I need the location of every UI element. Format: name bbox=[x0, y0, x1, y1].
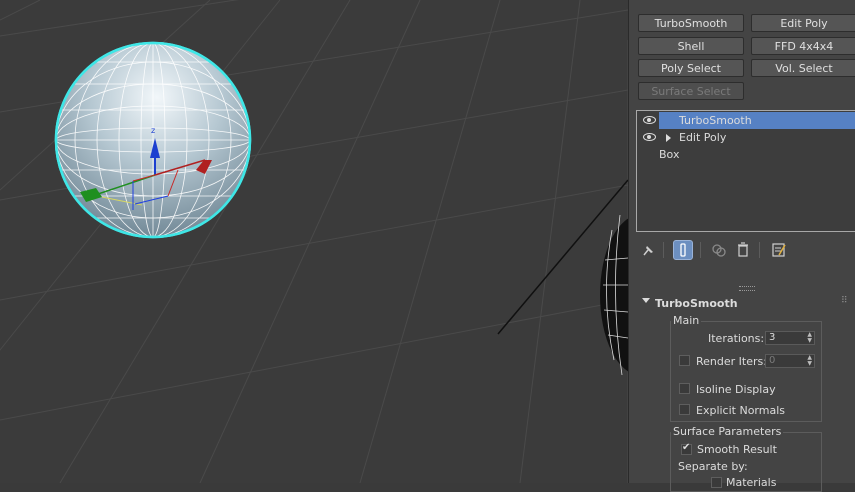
edit-poly-modifier-button[interactable]: Edit Poly bbox=[751, 14, 855, 32]
eye-icon[interactable] bbox=[643, 116, 656, 124]
ffd-modifier-button[interactable]: FFD 4x4x4 bbox=[751, 37, 855, 55]
svg-text:z: z bbox=[151, 126, 155, 135]
iterations-label: Iterations: bbox=[708, 332, 765, 345]
render-iters-spinner[interactable]: 0 ▲ ▼ bbox=[765, 354, 815, 368]
main-group-title: Main bbox=[671, 314, 702, 327]
selected-sphere[interactable] bbox=[54, 41, 252, 239]
render-iters-value: 0 bbox=[769, 355, 776, 366]
configure-modifier-sets-icon[interactable] bbox=[769, 240, 789, 260]
explicit-normals-label: Explicit Normals bbox=[696, 404, 785, 417]
turbosmooth-modifier-button[interactable]: TurboSmooth bbox=[638, 14, 744, 32]
surface-select-modifier-button[interactable]: Surface Select bbox=[638, 82, 744, 100]
poly-select-modifier-button[interactable]: Poly Select bbox=[638, 59, 744, 77]
toolbar-divider bbox=[700, 242, 701, 258]
spinner-arrows-icon[interactable]: ▲ ▼ bbox=[807, 355, 812, 367]
vol-select-modifier-button[interactable]: Vol. Select bbox=[751, 59, 855, 77]
explicit-normals-checkbox[interactable] bbox=[679, 404, 690, 415]
isoline-display-label: Isoline Display bbox=[696, 383, 776, 396]
iterations-value: 3 bbox=[769, 332, 776, 343]
expand-triangle-icon[interactable] bbox=[666, 134, 671, 142]
command-panel: TurboSmooth Edit Poly Shell FFD 4x4x4 Po… bbox=[628, 0, 855, 492]
pin-icon[interactable] bbox=[638, 240, 658, 260]
toolbar-divider bbox=[663, 242, 664, 258]
sphere-partial[interactable] bbox=[600, 214, 628, 376]
remove-modifier-icon[interactable] bbox=[733, 240, 753, 260]
shell-modifier-button[interactable]: Shell bbox=[638, 37, 744, 55]
panel-resize-grip[interactable] bbox=[739, 286, 755, 291]
visibility-toggle[interactable] bbox=[637, 129, 659, 146]
perspective-viewport[interactable]: z bbox=[0, 0, 628, 483]
stack-item-label: Box bbox=[659, 148, 680, 161]
toolbar-divider bbox=[759, 242, 760, 258]
viewport-scene: z bbox=[0, 0, 628, 483]
render-iters-checkbox[interactable] bbox=[679, 355, 690, 366]
stack-item-label: Edit Poly bbox=[679, 131, 727, 144]
rollout-grip-icon[interactable]: ⠿ bbox=[841, 296, 848, 306]
stack-item-label: TurboSmooth bbox=[679, 114, 752, 127]
iterations-spinner[interactable]: 3 ▲ ▼ bbox=[765, 331, 815, 345]
surface-parameters-title: Surface Parameters bbox=[671, 425, 784, 438]
spinner-arrows-icon[interactable]: ▲ ▼ bbox=[807, 332, 812, 344]
stack-item-box[interactable]: Box bbox=[637, 146, 855, 163]
visibility-toggle[interactable] bbox=[637, 112, 659, 129]
eye-icon[interactable] bbox=[643, 133, 656, 141]
modifier-stack[interactable]: TurboSmooth Edit Poly Box bbox=[636, 110, 855, 232]
render-iters-label: Render Iters: bbox=[696, 355, 767, 368]
rollout-title[interactable]: TurboSmooth bbox=[655, 297, 738, 310]
isoline-display-checkbox[interactable] bbox=[679, 383, 690, 394]
rollout-collapse-icon[interactable] bbox=[642, 298, 650, 303]
smooth-result-checkbox[interactable] bbox=[681, 442, 692, 455]
stack-item-edit-poly[interactable]: Edit Poly bbox=[637, 129, 855, 146]
show-end-result-icon[interactable] bbox=[673, 240, 693, 260]
separate-by-label: Separate by: bbox=[678, 460, 748, 473]
smooth-result-label: Smooth Result bbox=[697, 443, 777, 456]
make-unique-icon[interactable] bbox=[709, 240, 729, 260]
stack-item-turbosmooth[interactable]: TurboSmooth bbox=[637, 112, 855, 129]
